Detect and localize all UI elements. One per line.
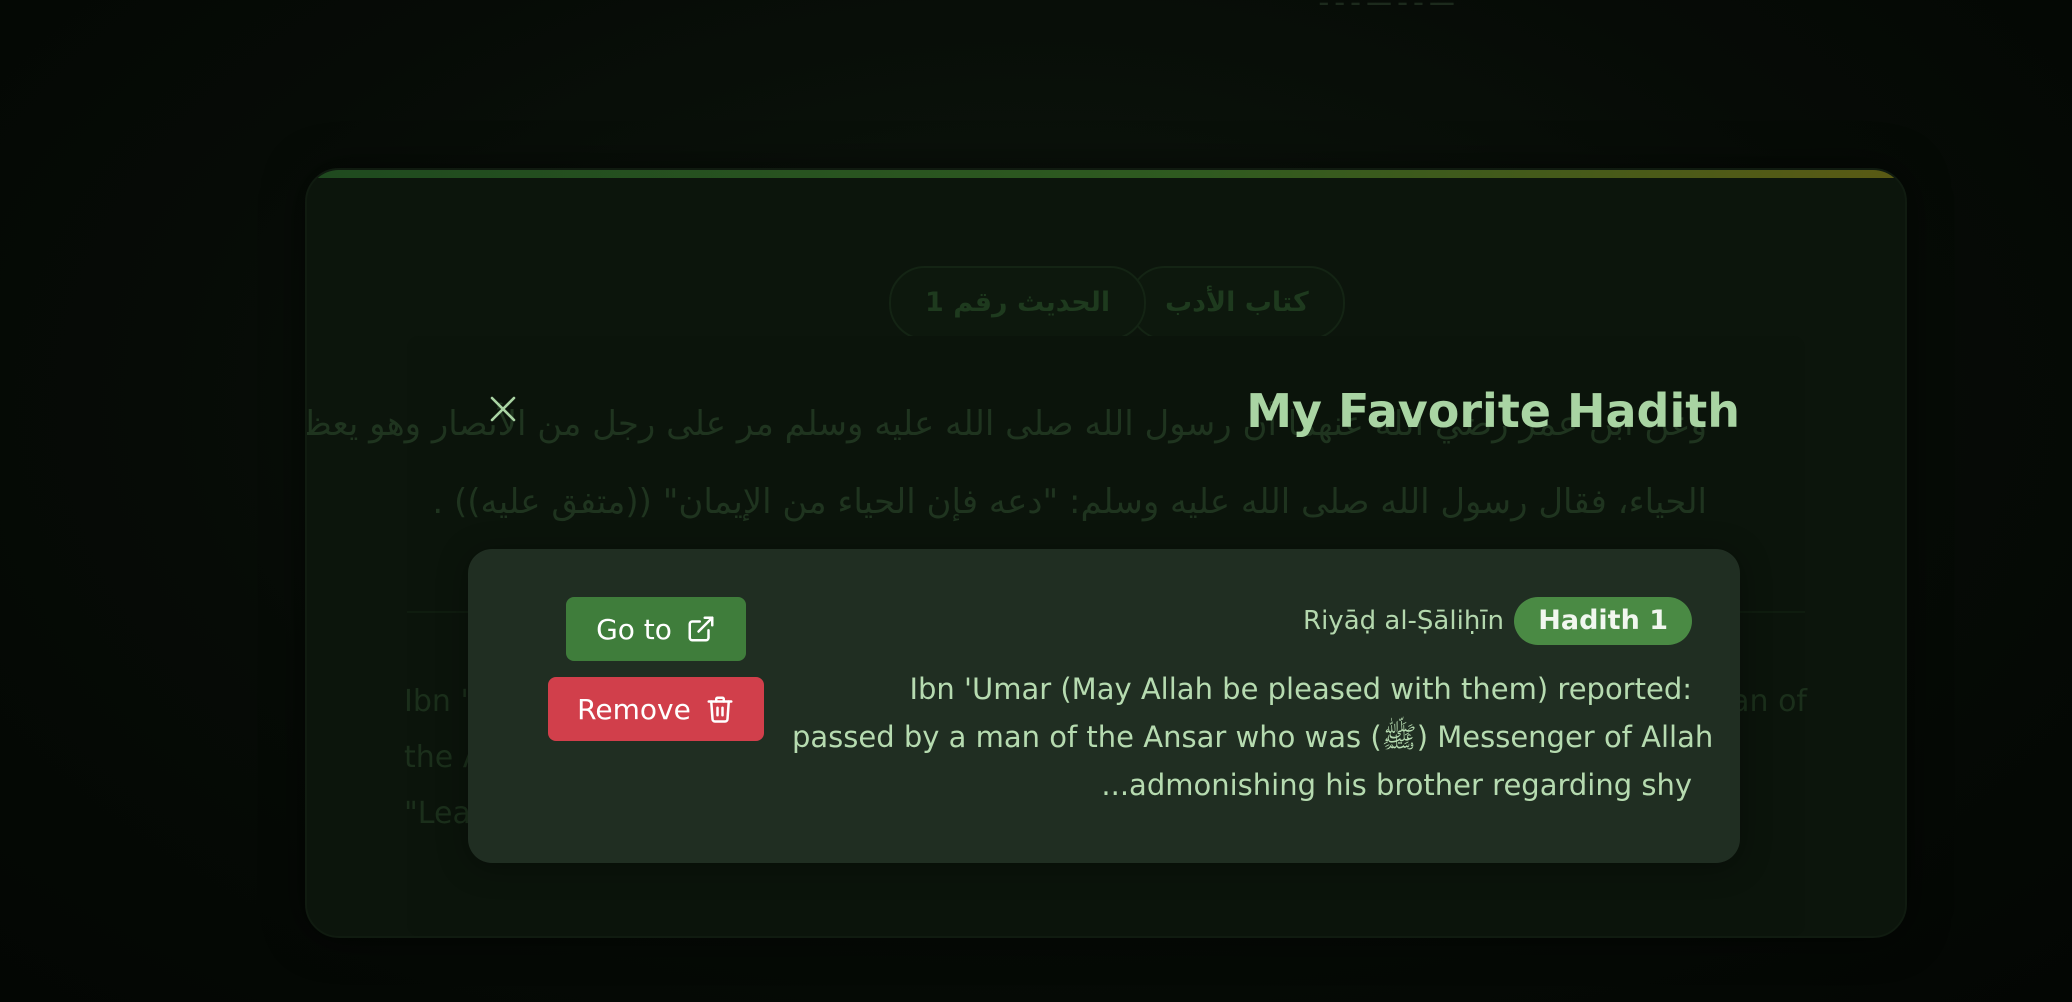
background-english-line: an of: [1731, 684, 1807, 719]
background-card-accent-bar: [307, 170, 1905, 178]
remove-button[interactable]: Remove: [548, 677, 764, 741]
background-english-line: "Lea: [404, 796, 471, 831]
modal-title: My Favorite Hadith: [1246, 384, 1740, 438]
background-top-text: ـــ ـ ـ ـــ ـ ـ ـ: [1320, 0, 1453, 12]
remove-label: Remove: [577, 692, 691, 726]
favorite-hadith-card: Hadith 1 Riyāḍ al-Ṣāliḥīn Ibn 'Umar (May…: [468, 549, 1740, 863]
hadith-excerpt-line: ...admonishing his brother regarding shy: [1101, 768, 1692, 802]
background-chip-book: كتاب الأدب: [1129, 266, 1345, 340]
close-button[interactable]: [484, 390, 522, 428]
background-chip-hadith-number: الحديث رقم 1: [889, 266, 1147, 340]
hadith-excerpt-line: passed by a man of the Ansar who was (ﷺ)…: [792, 720, 1714, 754]
trash-icon: [707, 696, 733, 723]
screen: ـــ ـ ـ ـــ ـ ـ ـ كتاب الأدب الحديث رقم …: [0, 0, 2072, 1002]
book-name: Riyāḍ al-Ṣāliḥīn: [1303, 606, 1504, 636]
background-arabic-line: الحياء، فقال رسول الله صلى الله عليه وسل…: [432, 482, 1707, 522]
go-to-button[interactable]: Go to: [566, 597, 746, 661]
hadith-number-badge: Hadith 1: [1514, 597, 1692, 645]
hadith-excerpt: Ibn 'Umar (May Allah be pleased with the…: [792, 665, 1714, 809]
external-link-icon: [688, 616, 714, 642]
close-icon: [490, 396, 516, 422]
go-to-label: Go to: [596, 612, 672, 646]
hadith-excerpt-line: Ibn 'Umar (May Allah be pleased with the…: [909, 672, 1692, 706]
